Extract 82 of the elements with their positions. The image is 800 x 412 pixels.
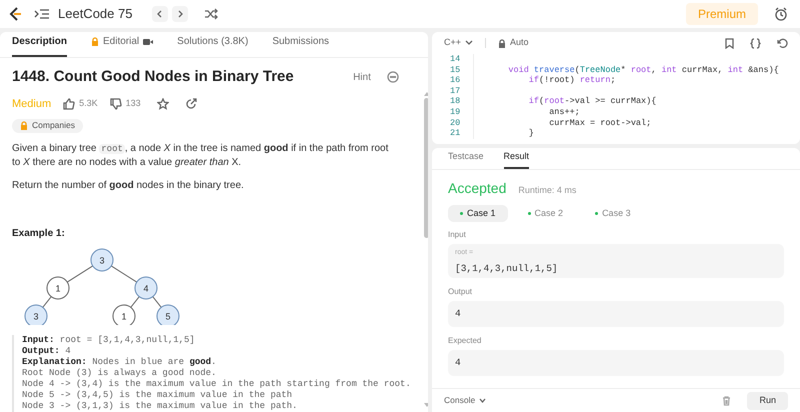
more-options-icon[interactable]: [386, 71, 399, 84]
star-icon[interactable]: [156, 98, 169, 110]
dot-icon: [595, 212, 598, 215]
reset-icon[interactable]: [777, 38, 788, 48]
video-icon: [143, 38, 154, 46]
alarm-clock-icon[interactable]: [774, 7, 788, 21]
language-selector[interactable]: C++: [444, 36, 474, 50]
case-tab[interactable]: Case 3: [583, 205, 643, 222]
dot-icon: [528, 212, 531, 215]
thumbs-up-icon[interactable]: [63, 98, 76, 110]
tab[interactable]: Testcase: [448, 150, 484, 169]
share-icon[interactable]: [184, 98, 197, 110]
tree-node: 1: [112, 304, 136, 325]
previous-icon[interactable]: [152, 6, 168, 22]
code-line: if(!root) return;: [528, 75, 616, 86]
example-heading: Example 1:: [12, 226, 66, 241]
result-status: Accepted: [448, 179, 506, 198]
output-value: 4: [448, 350, 784, 376]
runtime-text: Runtime: 4 ms: [518, 184, 576, 197]
lock-icon: [498, 38, 506, 48]
difficulty-label: Medium: [12, 96, 52, 112]
code-line: void traverse(TreeNode* root, int currMax, int &ans){: [507, 64, 779, 76]
example-line: Input: root = [3,1,4,3,null,1,5]: [22, 335, 196, 346]
lock-icon: [20, 121, 28, 130]
tree-node: 5: [156, 304, 180, 325]
case-tab[interactable]: Case 1: [448, 205, 508, 222]
tree-node: 3: [90, 248, 114, 272]
example-line: Root Node (3) is always a good node.: [22, 368, 218, 379]
code-line: currMax = root->val;: [548, 118, 652, 128]
hint-link[interactable]: Hint: [353, 70, 371, 85]
lock-icon: [91, 37, 100, 46]
dot-icon: [460, 212, 463, 215]
output-value: 4: [448, 301, 784, 327]
case-tab[interactable]: Case 2: [516, 205, 576, 222]
like-count: 5.3K: [79, 97, 98, 110]
field-label: Expected: [448, 336, 482, 346]
tab[interactable]: Editorial: [91, 34, 154, 57]
code-line: }: [528, 128, 534, 139]
description-text: Return the number of good nodes in the binary tree.: [12, 178, 245, 193]
example-line: Node 4 -> (3,4) is the maximum value in the path starting from the root.: [22, 379, 411, 390]
line-number: 21: [432, 128, 474, 139]
example-line: Output: 4: [22, 346, 72, 357]
next-icon[interactable]: [172, 6, 188, 22]
code-line: ans++;: [548, 106, 580, 118]
tree-node: 3: [24, 304, 48, 325]
line-number: 15: [432, 64, 474, 76]
chevron-down-icon: [479, 398, 486, 403]
auto-mode-toggle[interactable]: Auto: [498, 36, 529, 50]
tab[interactable]: Result: [504, 150, 530, 169]
tab[interactable]: Submissions: [272, 34, 330, 57]
example-line: Node 3 -> (3,1,3) is the maximum value in the path.: [22, 401, 298, 412]
example-line: Explanation: Nodes in blue are good.: [22, 357, 218, 368]
problem-title: 1448. Count Good Nodes in Binary Tree: [12, 67, 295, 87]
example-line: Node 5 -> (3,4,5) is the maximum value in the path: [22, 390, 294, 401]
scrollbar-thumb[interactable]: [424, 98, 428, 238]
dislike-count: 133: [126, 97, 141, 110]
chevron-down-icon: [465, 40, 474, 46]
line-number: 14: [432, 54, 474, 65]
run-button[interactable]: Run: [747, 392, 788, 410]
code-line: if(root->val >= currMax){: [528, 96, 656, 107]
description-text: Given a binary tree root , a node X in the tree is named good if in the path from root to X there are no nodes with a value greater than X.: [12, 142, 390, 169]
list-title[interactable]: LeetCode 75: [58, 4, 132, 24]
input-value: [3,1,4,3,null,1,5]: [455, 262, 559, 276]
tree-node: 1: [46, 276, 70, 300]
braces-icon[interactable]: [750, 38, 761, 48]
tab[interactable]: Description: [12, 34, 68, 57]
tab[interactable]: Solutions (3.8K): [177, 34, 248, 57]
line-number: 18: [432, 96, 474, 107]
line-number: 19: [432, 106, 474, 118]
bookmark-icon[interactable]: [725, 38, 734, 48]
line-number: 16: [432, 75, 474, 86]
list-toggle-icon[interactable]: [34, 8, 50, 20]
console-button[interactable]: Console: [444, 394, 486, 407]
shuffle-icon[interactable]: [204, 8, 218, 20]
tree-node: 4: [134, 276, 158, 300]
line-number: 20: [432, 118, 474, 128]
thumbs-down-icon[interactable]: [110, 98, 122, 110]
logo-icon[interactable]: [8, 6, 22, 22]
companies-tag[interactable]: Companies: [12, 119, 83, 133]
field-label: Input: [448, 230, 467, 240]
line-number: 17: [432, 86, 474, 96]
field-label: Output: [448, 287, 474, 297]
